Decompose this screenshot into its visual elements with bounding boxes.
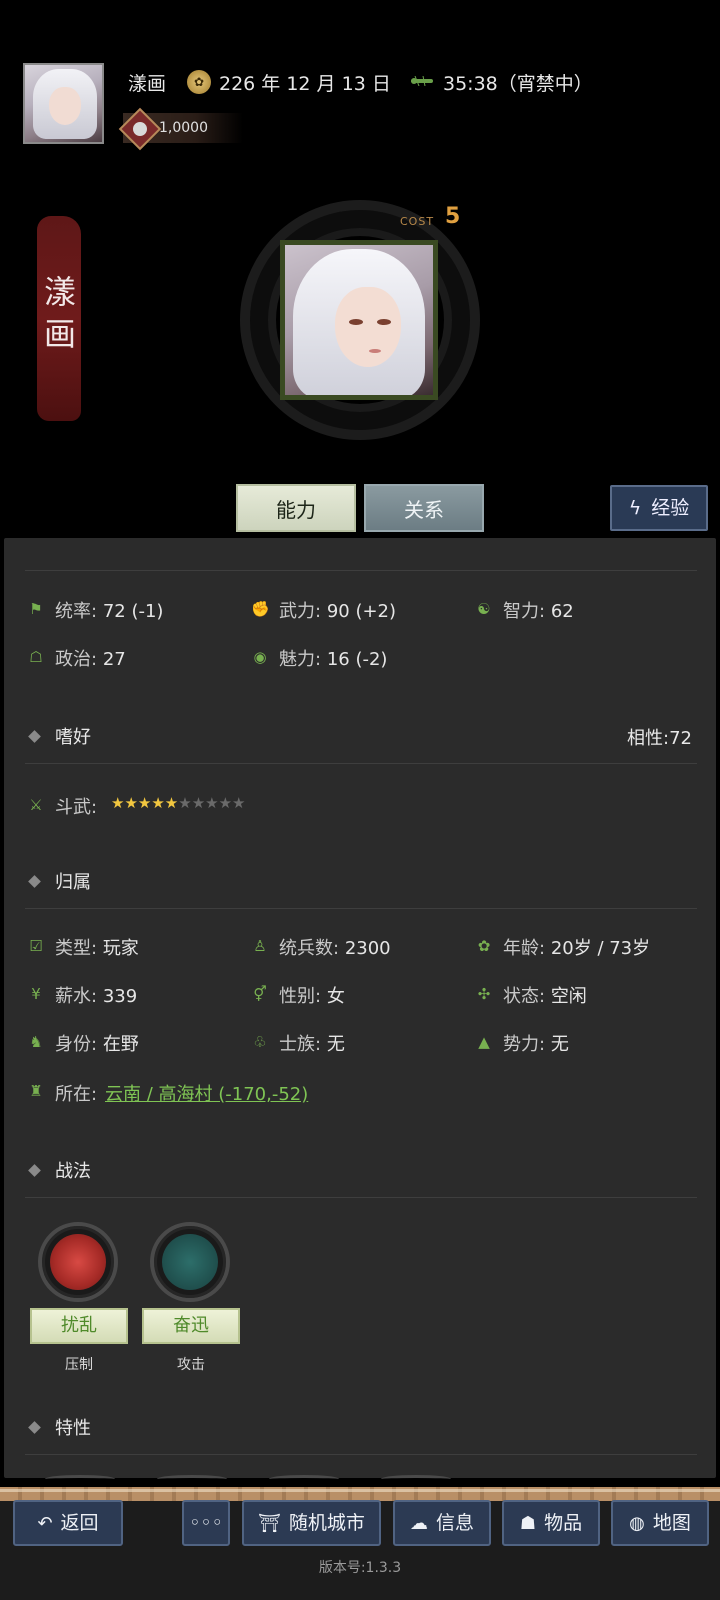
scroll-icon: ☖ — [29, 648, 43, 666]
stat-force: 武力: 90 (+2) — [279, 601, 397, 622]
cost-value: 5 — [445, 204, 461, 229]
info-troops: 统兵数: 2300 — [279, 938, 391, 959]
tactic-type-swift: 攻击 — [177, 1357, 205, 1373]
trait-disc-peek — [269, 1475, 339, 1483]
trait-disc-peek — [381, 1475, 451, 1483]
diamond-icon — [28, 730, 41, 743]
character-portrait — [280, 240, 438, 400]
status-icon: ✣ — [477, 985, 491, 1003]
gender-icon: ⚥ — [253, 985, 267, 1003]
tactic-button-swift[interactable]: 奋迅 — [142, 1308, 240, 1344]
section-tactics: 战法 — [28, 1157, 91, 1183]
info-gender: 性别: 女 — [279, 986, 345, 1007]
section-belong: 归属 — [28, 868, 91, 894]
tactic-type-disrupt: 压制 — [65, 1357, 93, 1373]
info-age: 年龄: 20岁 / 73岁 — [503, 938, 651, 959]
affinity-value: 相性:72 — [627, 728, 692, 749]
chat-icon: ☁ — [409, 1513, 428, 1534]
trait-disc-peek — [45, 1475, 115, 1483]
divider — [25, 908, 697, 909]
crossed-swords-icon: ⚔ — [29, 796, 43, 814]
yen-icon: ¥ — [31, 985, 41, 1003]
info-salary: 薪水: 339 — [55, 986, 138, 1007]
trait-disc-peek — [157, 1475, 227, 1483]
stat-charm: 魅力: 16 (-2) — [279, 649, 388, 670]
ant-clock-icon — [411, 76, 433, 86]
coin-value: 1,0000 — [159, 120, 208, 136]
game-time: 35:38（宵禁中） — [443, 73, 593, 95]
info-identity: 身份: 在野 — [55, 1034, 139, 1055]
star-on: ★★★★★ — [111, 794, 179, 812]
fist-icon: ✊ — [251, 600, 270, 618]
calendar-icon: ✿ — [187, 70, 211, 94]
player-avatar[interactable] — [23, 63, 104, 144]
calendar-check-icon: ☑ — [29, 937, 43, 955]
back-button[interactable]: ↶ 返回 — [13, 1500, 123, 1546]
location-icon: ♜ — [29, 1082, 43, 1100]
divider — [25, 570, 697, 571]
info-type: 类型: 玩家 — [55, 938, 139, 959]
divider — [25, 1454, 697, 1455]
items-button[interactable]: ☗ 物品 — [502, 1500, 600, 1546]
duel-stars: ★★★★★★★★★★ — [111, 794, 246, 812]
more-button[interactable]: ◦◦◦ — [182, 1500, 230, 1546]
flag-icon: ⚑ — [29, 600, 43, 618]
diamond-icon — [28, 1164, 41, 1177]
diamond-icon — [28, 1421, 41, 1434]
divider — [25, 763, 697, 764]
version-label: 版本号:1.3.3 — [318, 1560, 402, 1576]
info-location-label: 所在: — [55, 1084, 98, 1105]
bag-icon: ☗ — [519, 1513, 537, 1534]
mountain-icon: ▲ — [478, 1033, 490, 1051]
stat-intellect: 智力: 62 — [503, 601, 574, 622]
player-name: 漾画 — [128, 73, 167, 95]
globe-icon: ◍ — [629, 1513, 645, 1534]
back-arrow-icon: ↶ — [37, 1513, 53, 1534]
tactic-button-disrupt[interactable]: 扰乱 — [30, 1308, 128, 1344]
age-icon: ✿ — [477, 937, 491, 955]
star-off: ★★★★★ — [178, 794, 246, 812]
game-date: 226 年 12 月 13 日 — [219, 73, 391, 95]
section-traits: 特性 — [28, 1414, 91, 1440]
tab-relation[interactable]: 关系 — [364, 484, 484, 532]
banner-name: 漾画 — [43, 273, 76, 353]
info-clan: 士族: 无 — [279, 1034, 345, 1055]
bottom-rail — [0, 1487, 720, 1501]
tactic-icon-disrupt[interactable] — [38, 1222, 118, 1302]
brain-icon: ☯ — [477, 600, 491, 618]
random-city-button[interactable]: ⛩ 随机城市 — [242, 1500, 381, 1546]
section-hobby: 嗜好 — [28, 723, 91, 749]
duel-label: 斗武: — [55, 797, 98, 818]
lightning-icon: ϟ — [628, 497, 642, 519]
eye-icon: ◉ — [253, 648, 267, 666]
divider — [25, 1197, 697, 1198]
city-gate-icon: ⛩ — [258, 1513, 281, 1534]
info-status: 状态: 空闲 — [503, 986, 587, 1007]
info-button[interactable]: ☁ 信息 — [393, 1500, 491, 1546]
cost-label: COST — [400, 215, 435, 228]
diamond-icon — [28, 875, 41, 888]
clan-icon: ♧ — [253, 1033, 267, 1051]
info-faction: 势力: 无 — [503, 1034, 569, 1055]
tactic-icon-swift[interactable] — [150, 1222, 230, 1302]
stat-politics: 政治: 27 — [55, 649, 126, 670]
location-link[interactable]: 云南 / 高海村 (-170,-52) — [105, 1080, 308, 1106]
identity-icon: ♞ — [29, 1033, 43, 1051]
soldier-icon: ♙ — [253, 937, 267, 955]
experience-button[interactable]: ϟ 经验 — [610, 485, 708, 531]
stat-command: 统率: 72 (-1) — [55, 601, 164, 622]
tab-ability[interactable]: 能力 — [236, 484, 356, 532]
map-button[interactable]: ◍ 地图 — [611, 1500, 709, 1546]
